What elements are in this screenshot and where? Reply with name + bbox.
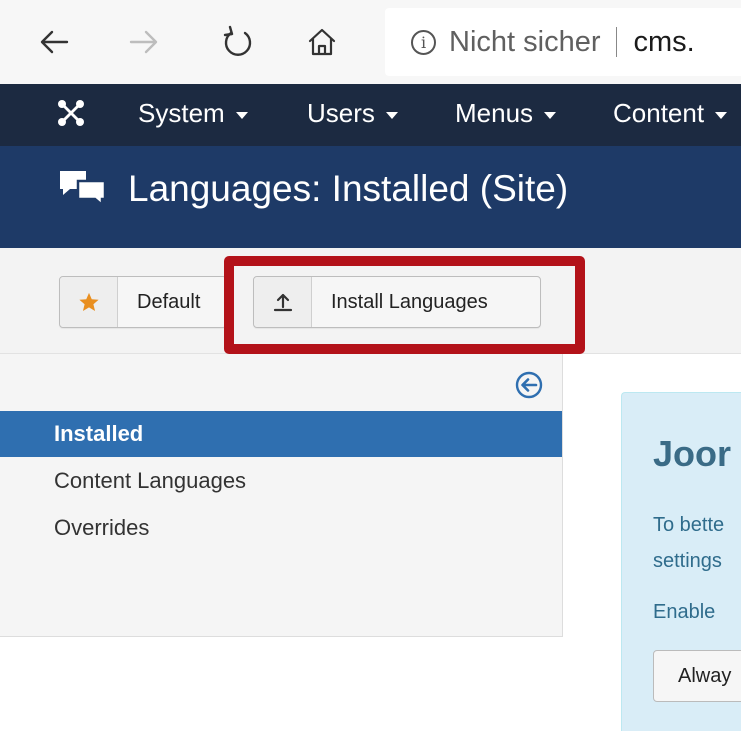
sidebar-item-label: Installed <box>54 421 144 446</box>
menu-system-label: System <box>138 98 225 128</box>
menu-content[interactable]: Content <box>613 98 728 129</box>
default-button[interactable]: Default <box>59 276 227 328</box>
caret-down-icon <box>715 111 728 119</box>
sidebar-item-label: Content Languages <box>54 468 247 493</box>
home-icon[interactable] <box>302 22 342 62</box>
caret-down-icon <box>544 111 557 119</box>
message-text-line: To bette <box>653 514 725 536</box>
address-separator <box>615 27 617 57</box>
screen: i Nicht sicher cms. System Users Menus C… <box>0 0 741 731</box>
address-bar[interactable]: i Nicht sicher cms. <box>385 8 741 76</box>
reload-icon[interactable] <box>218 22 258 62</box>
page-header: Languages: Installed (Site) <box>0 146 741 248</box>
sidebar-item-installed[interactable]: Installed <box>0 411 562 457</box>
menu-users-label: Users <box>307 98 375 128</box>
back-arrow-icon[interactable] <box>34 22 74 62</box>
menu-menus[interactable]: Menus <box>455 98 557 129</box>
stats-message: Joor To bette settings Enable Alway <box>621 392 741 731</box>
default-button-label: Default <box>137 290 201 313</box>
always-button-label: Alway <box>678 664 732 687</box>
message-heading: Joor <box>653 433 732 474</box>
comments-icon <box>58 168 108 208</box>
highlight-box <box>224 256 585 354</box>
message-text-line: settings <box>653 550 722 572</box>
joomla-logo-icon[interactable] <box>56 98 86 128</box>
page-title: Languages: Installed (Site) <box>128 168 569 209</box>
url-text: cms. <box>633 25 695 58</box>
sidebar-item-label: Overrides <box>54 515 150 540</box>
always-button[interactable]: Alway <box>653 650 741 702</box>
caret-down-icon <box>385 111 398 119</box>
menu-users[interactable]: Users <box>307 98 398 129</box>
star-icon <box>60 277 118 327</box>
menu-system[interactable]: System <box>138 98 248 129</box>
forward-arrow-icon[interactable] <box>124 22 164 62</box>
not-secure-label: Nicht sicher <box>449 25 601 58</box>
admin-menu-bar: System Users Menus Content <box>0 84 741 146</box>
caret-down-icon <box>235 111 248 119</box>
sidebar: Installed Content Languages Overrides <box>0 354 563 637</box>
collapse-sidebar-icon[interactable] <box>513 369 545 401</box>
browser-toolbar: i Nicht sicher cms. <box>0 0 741 84</box>
message-text-line: Enable <box>653 601 716 623</box>
menu-content-label: Content <box>613 98 705 128</box>
sidebar-item-content-languages[interactable]: Content Languages <box>0 458 562 504</box>
menu-menus-label: Menus <box>455 98 534 128</box>
info-icon[interactable]: i <box>411 29 436 55</box>
sidebar-item-overrides[interactable]: Overrides <box>0 505 562 551</box>
